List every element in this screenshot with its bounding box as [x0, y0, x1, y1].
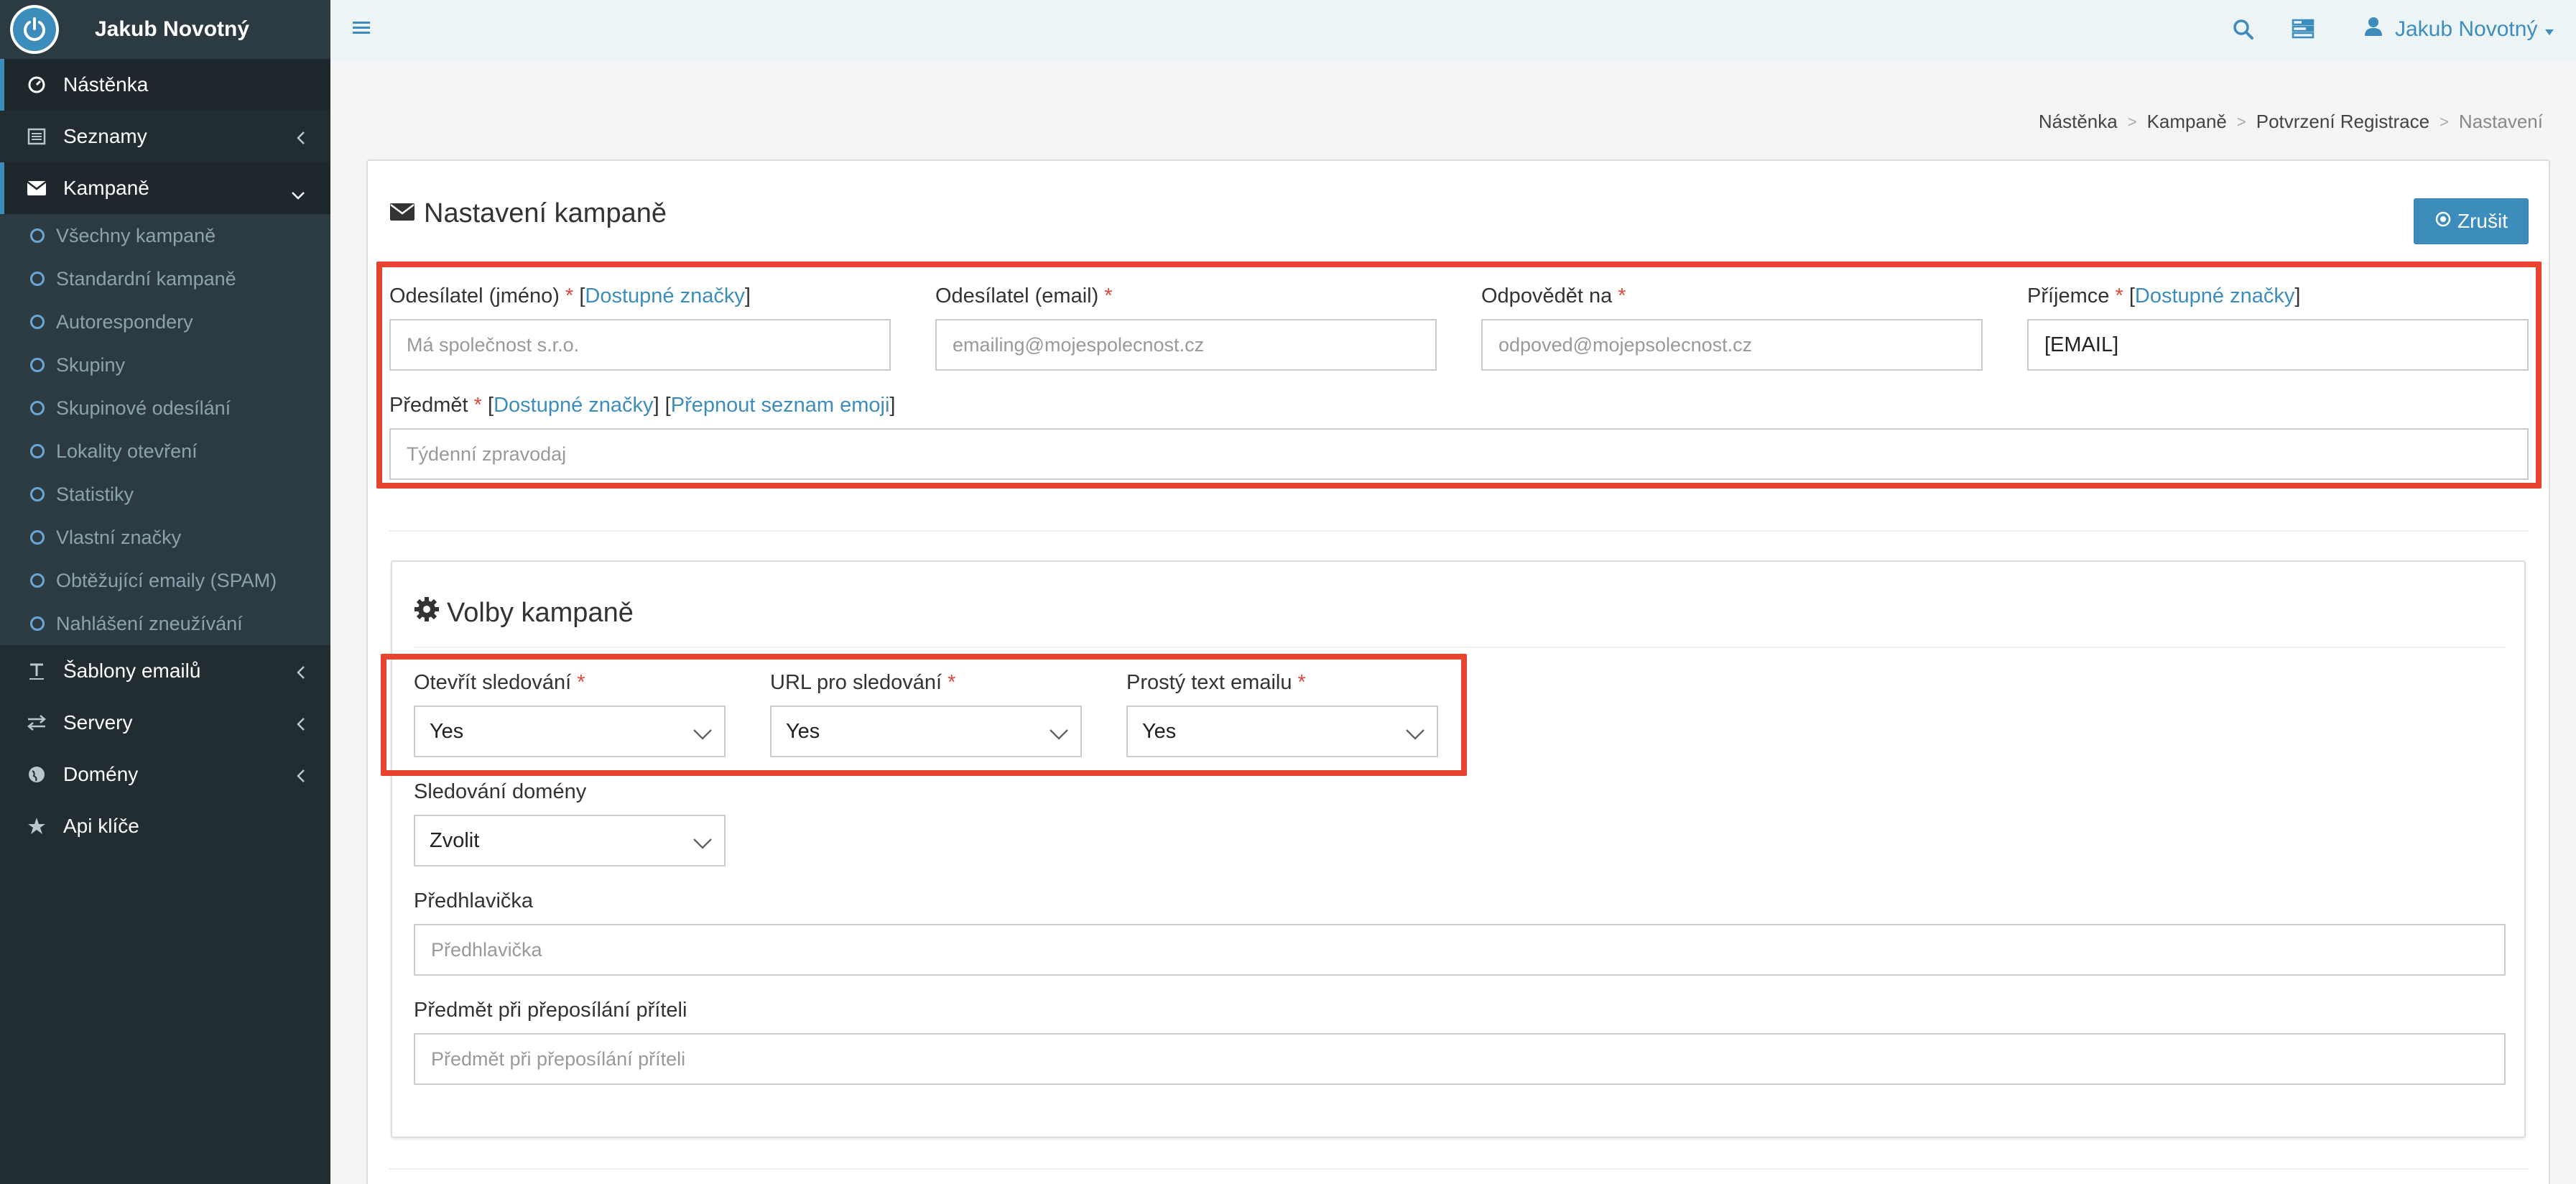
chevron-down-icon	[290, 182, 306, 205]
user-icon	[2363, 16, 2383, 43]
power-logo-icon	[10, 5, 59, 54]
star-icon	[26, 815, 47, 837]
submenu-item[interactable]: Skupiny	[0, 343, 330, 387]
submenu-item[interactable]: Vlastní značky	[0, 516, 330, 559]
envelope-icon	[26, 177, 47, 199]
chevron-left-icon	[296, 766, 306, 789]
divider	[414, 647, 2506, 648]
domain-tracking-label: Sledování domény	[414, 780, 587, 803]
cancel-button[interactable]: Zrušit	[2414, 198, 2529, 244]
preheader-label: Předhlavička	[414, 889, 534, 912]
sidebar-item-label: Servery	[63, 711, 133, 734]
chevron-left-icon	[296, 714, 306, 737]
circle-icon	[30, 272, 45, 286]
chevron-left-icon	[296, 662, 306, 685]
sidebar: Jakub Novotný Nástěnka Seznamy Kampaně V…	[0, 0, 330, 1184]
breadcrumb-current: Nastavení	[2458, 111, 2543, 132]
submenu-item[interactable]: Nahlášení zneužívání	[0, 602, 330, 645]
text-icon	[26, 660, 47, 682]
breadcrumb-separator: >	[2236, 112, 2246, 131]
globe-icon	[26, 764, 47, 785]
submenu-item[interactable]: Obtěžující emaily (SPAM)	[0, 559, 330, 602]
circle-icon	[30, 530, 45, 545]
sidebar-item-api-keys[interactable]: Api klíče	[0, 800, 330, 852]
breadcrumb-separator: >	[2127, 112, 2137, 131]
sidebar-item-lists[interactable]: Seznamy	[0, 111, 330, 162]
highlight-frame	[381, 654, 1467, 776]
forward-subject-field[interactable]: Předmět při přeposílání příteli	[414, 1033, 2506, 1085]
sidebar-item-templates[interactable]: Šablony emailů	[0, 645, 330, 697]
sidebar-item-label: Seznamy	[63, 125, 147, 147]
highlight-frame	[376, 262, 2542, 489]
sidebar-item-campaigns[interactable]: Kampaně	[0, 162, 330, 214]
brand[interactable]: Jakub Novotný	[0, 0, 330, 59]
search-icon[interactable]	[2233, 19, 2254, 44]
circle-icon	[30, 315, 45, 329]
circle-icon	[30, 487, 45, 501]
submenu-item[interactable]: Skupinové odesílání	[0, 387, 330, 430]
forward-subject-label: Předmět při přeposílání příteli	[414, 999, 687, 1022]
hamburger-menu-icon[interactable]	[352, 20, 371, 40]
circle-icon	[30, 401, 45, 415]
breadcrumb-item[interactable]: Potvrzení Registrace	[2256, 111, 2429, 133]
list-icon	[26, 126, 47, 147]
options-title: Volby kampaně	[414, 596, 634, 629]
submenu-item[interactable]: Všechny kampaně	[0, 214, 330, 257]
circle-icon	[30, 573, 45, 588]
domain-tracking-select[interactable]: Zvolit	[414, 815, 726, 866]
dashboard-icon	[26, 74, 47, 96]
sidebar-item-dashboard[interactable]: Nástěnka	[0, 59, 330, 111]
submenu-item[interactable]: Standardní kampaně	[0, 257, 330, 300]
exchange-icon	[26, 712, 47, 734]
breadcrumb-item[interactable]: Kampaně	[2147, 111, 2227, 133]
sidebar-item-label: Api klíče	[63, 815, 139, 837]
brand-name: Jakub Novotný	[95, 17, 250, 41]
close-circle-icon	[2434, 210, 2457, 233]
sidebar-item-domains[interactable]: Domény	[0, 749, 330, 800]
topbar: Jakub Novotný	[330, 0, 2576, 62]
sidebar-item-label: Šablony emailů	[63, 660, 201, 682]
gear-icon	[414, 596, 447, 629]
page-title: Nastavení kampaně	[389, 198, 667, 229]
submenu-item[interactable]: Lokality otevření	[0, 430, 330, 473]
campaign-settings-card: Nastavení kampaně Zrušit Odesílatel (jmé…	[366, 159, 2550, 1184]
envelope-icon	[389, 198, 424, 229]
user-name: Jakub Novotný	[2395, 17, 2538, 41]
campaign-options-panel: Volby kampaně Otevřít sledování * Yes UR…	[381, 560, 2526, 1138]
circle-icon	[30, 358, 45, 372]
chevron-down-icon	[692, 832, 713, 856]
breadcrumb: Nástěnka > Kampaně > Potvrzení Registrac…	[2039, 111, 2543, 133]
tasks-icon[interactable]	[2292, 19, 2315, 42]
submenu-item[interactable]: Statistiky	[0, 473, 330, 516]
caret-down-icon	[2544, 17, 2554, 42]
campaign-submenu: Všechny kampaně Standardní kampaně Autor…	[0, 214, 330, 645]
user-menu[interactable]: Jakub Novotný	[2363, 16, 2554, 43]
preheader-field[interactable]: Předhlavička	[414, 924, 2506, 976]
breadcrumb-item[interactable]: Nástěnka	[2039, 111, 2118, 133]
circle-icon	[30, 228, 45, 243]
divider	[389, 1168, 2529, 1170]
divider	[389, 530, 2529, 532]
sidebar-item-label: Nástěnka	[63, 73, 149, 96]
circle-icon	[30, 444, 45, 458]
circle-icon	[30, 616, 45, 631]
sidebar-item-label: Kampaně	[63, 177, 149, 199]
submenu-item[interactable]: Autorespondery	[0, 300, 330, 343]
chevron-left-icon	[296, 128, 306, 151]
sidebar-item-label: Domény	[63, 763, 139, 785]
breadcrumb-separator: >	[2440, 112, 2449, 131]
sidebar-item-servers[interactable]: Servery	[0, 697, 330, 749]
